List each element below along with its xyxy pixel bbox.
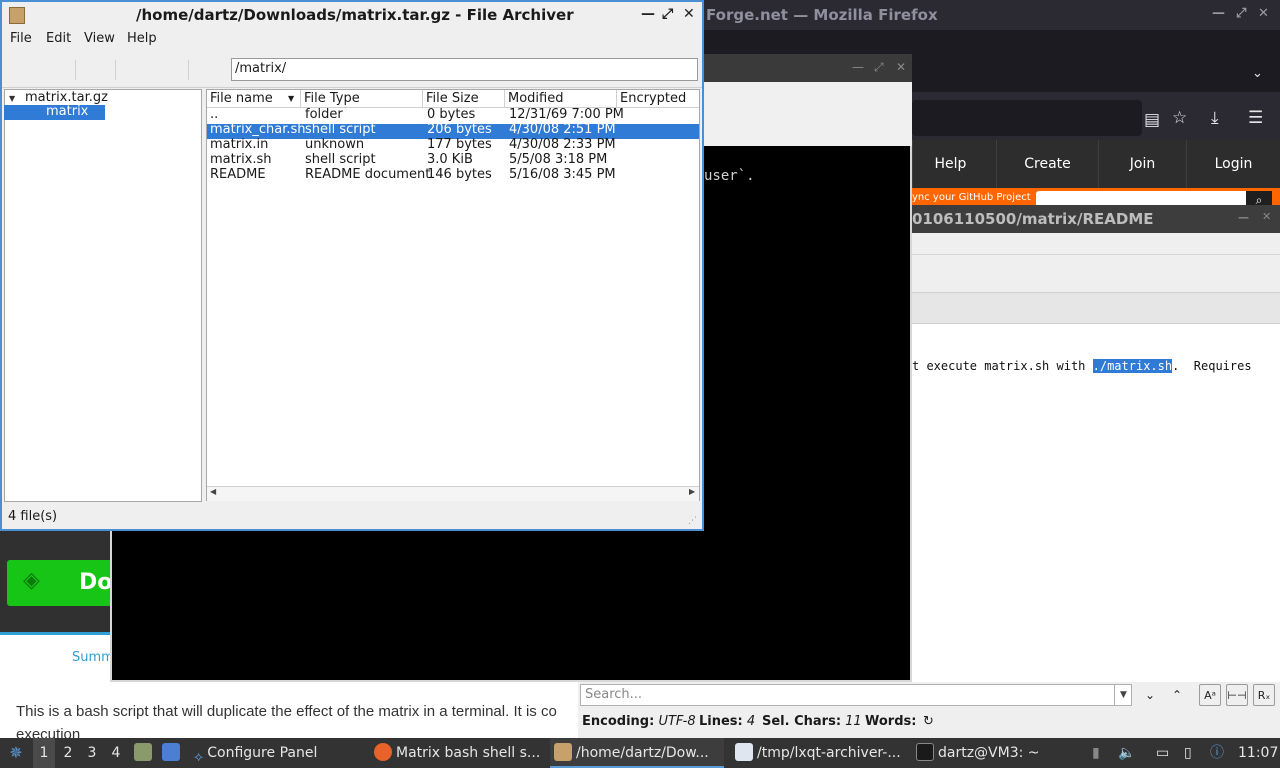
desktop-2[interactable]: 2 <box>57 738 79 768</box>
close-icon[interactable]: ✕ <box>683 6 695 22</box>
nav-create[interactable]: Create <box>996 140 1098 188</box>
close-icon[interactable]: ✕ <box>1262 210 1271 223</box>
scroll-right-icon[interactable]: ▶ <box>689 487 695 496</box>
menu-help[interactable]: Help <box>127 31 157 46</box>
maximize-icon[interactable]: ⤢ <box>1236 6 1246 21</box>
task-firefox[interactable]: Matrix bash shell s... <box>370 738 546 768</box>
nav-join[interactable]: Join <box>1098 140 1186 188</box>
menu-file[interactable]: File <box>10 31 32 46</box>
desktop-1[interactable]: 1 <box>33 738 55 768</box>
firefox-title: Forge.net — Mozilla Firefox <box>706 6 938 24</box>
column-encrypted[interactable]: Encrypted <box>617 90 699 108</box>
volume-icon[interactable]: 🔈 <box>1118 738 1135 768</box>
tree-item-matrix[interactable]: matrix <box>4 104 105 120</box>
maximize-icon[interactable]: ⤢ <box>874 60 884 75</box>
whole-word-icon[interactable]: ⊢⊣ <box>1226 684 1248 706</box>
task-configure-panel[interactable]: ⟡ Configure Panel <box>190 738 360 768</box>
regex-icon[interactable]: Rₓ <box>1253 684 1275 706</box>
menu-view[interactable]: View <box>84 31 115 46</box>
file-manager-icon[interactable] <box>134 738 156 768</box>
editor-text-line: t execute matrix.sh with ./matrix.sh. Re… <box>912 359 1252 373</box>
list-tabs-icon[interactable]: ⌄ <box>1252 66 1263 81</box>
show-desktop-icon[interactable] <box>162 738 184 768</box>
download-button[interactable]: ◈ Do <box>7 560 113 606</box>
editor-menubar <box>912 233 1280 255</box>
text-selection: ./matrix.sh <box>1092 359 1173 373</box>
minimize-icon[interactable]: — <box>1212 6 1225 21</box>
search-input[interactable]: Search... <box>580 684 1132 706</box>
editor-icon <box>735 743 753 761</box>
network-icon[interactable]: ▭ <box>1156 738 1169 768</box>
table-row[interactable]: README README document 146 bytes 5/16/08… <box>207 167 699 184</box>
download-icon[interactable]: ⤓ <box>1211 108 1219 128</box>
bookmark-star-icon[interactable]: ☆ <box>1172 108 1187 128</box>
archive-icon <box>9 7 25 24</box>
minimize-icon[interactable]: — <box>1238 211 1249 224</box>
archiver-icon <box>554 743 572 761</box>
editor-titlebar: 0106110500/matrix/README — ✕ <box>912 205 1280 233</box>
notification-icon[interactable]: ⓘ <box>1210 738 1224 768</box>
tab-indicator <box>0 632 112 635</box>
lock-icon[interactable]: ▮ <box>1092 738 1100 768</box>
location-input[interactable]: /matrix/ <box>231 58 698 81</box>
clipboard-icon[interactable]: ▯ <box>1184 738 1192 768</box>
tab-summary[interactable]: Summ <box>72 650 114 665</box>
nav-login[interactable]: Login <box>1186 140 1280 188</box>
resize-grip-icon[interactable]: ⋰ <box>688 516 697 526</box>
editor-toolbar <box>912 255 1280 293</box>
status-text: 4 file(s) <box>8 509 58 524</box>
expand-arrow-icon[interactable]: ▼ <box>9 94 15 103</box>
firefox-icon <box>374 743 392 761</box>
desktop-3[interactable]: 3 <box>81 738 103 768</box>
project-description: This is a bash script that will duplicat… <box>16 703 557 720</box>
archiver-titlebar: /home/dartz/Downloads/matrix.tar.gz - Fi… <box>2 2 702 30</box>
close-icon[interactable]: ✕ <box>1258 6 1269 21</box>
maximize-icon[interactable]: ⤢ <box>662 6 673 22</box>
minimize-icon[interactable]: — <box>641 6 655 22</box>
editor-statusbar: Encoding: UTF-8 Lines: 4 Sel. Chars: 11 … <box>578 708 1280 738</box>
find-next-icon[interactable]: ⌄ <box>1139 684 1161 706</box>
menu-edit[interactable]: Edit <box>46 31 71 46</box>
reader-view-icon[interactable]: ▤ <box>1144 110 1160 130</box>
task-archiver[interactable]: /home/dartz/Dow... <box>550 738 724 768</box>
column-file-name[interactable]: File name ▼ <box>207 90 301 108</box>
archiver-title: /home/dartz/Downloads/matrix.tar.gz - Fi… <box>136 6 574 24</box>
toolbar-separator <box>115 60 116 80</box>
tree-item-root[interactable]: matrix.tar.gz <box>25 90 108 105</box>
clock[interactable]: 11:07 <box>1238 738 1278 768</box>
scroll-left-icon[interactable]: ◀ <box>210 487 216 496</box>
terminal-output: user`. <box>704 168 755 184</box>
minimize-icon[interactable]: — <box>852 60 864 74</box>
menu-icon[interactable]: ☰ <box>1248 108 1263 128</box>
sort-arrow-icon: ▼ <box>288 94 295 103</box>
task-terminal[interactable]: dartz@VM3: ~ <box>912 738 1082 768</box>
chevron-down-icon[interactable]: ▼ <box>1114 685 1132 705</box>
terminal-icon <box>916 743 934 761</box>
start-menu-icon[interactable]: ✵ <box>4 738 28 768</box>
desktop-4[interactable]: 4 <box>105 738 127 768</box>
editor-title: 0106110500/matrix/README <box>912 210 1154 228</box>
taskbar: ✵ 1 2 3 4 ⟡ Configure Panel Matrix bash s… <box>0 738 1280 768</box>
archiver-menubar: File Edit View Help <box>2 30 702 50</box>
project-description-cont: execution <box>16 726 81 738</box>
toolbar-separator <box>188 60 189 80</box>
toolbar-separator <box>75 60 76 80</box>
promo-text[interactable]: ync your GitHub Project <box>912 192 1031 203</box>
refresh-icon[interactable]: ↻ <box>923 714 934 729</box>
find-previous-icon[interactable]: ⌃ <box>1166 684 1188 706</box>
close-icon[interactable]: ✕ <box>896 60 906 74</box>
editor-tabbar <box>912 293 1280 324</box>
nav-help[interactable]: Help <box>912 140 988 188</box>
column-file-size[interactable]: File Size <box>423 90 505 108</box>
download-icon: ◈ <box>23 568 40 593</box>
match-case-icon[interactable]: Aᵃ <box>1199 684 1221 706</box>
folder-tree <box>4 89 202 502</box>
horizontal-scrollbar[interactable]: ◀ ▶ <box>207 486 699 501</box>
task-editor[interactable]: /tmp/lxqt-archiver-... <box>731 738 907 768</box>
column-modified[interactable]: Modified <box>505 90 617 108</box>
configure-icon: ⟡ <box>194 749 204 765</box>
url-bar[interactable] <box>912 100 1142 136</box>
column-file-type[interactable]: File Type <box>301 90 423 108</box>
editor-text-area[interactable] <box>912 324 1280 682</box>
